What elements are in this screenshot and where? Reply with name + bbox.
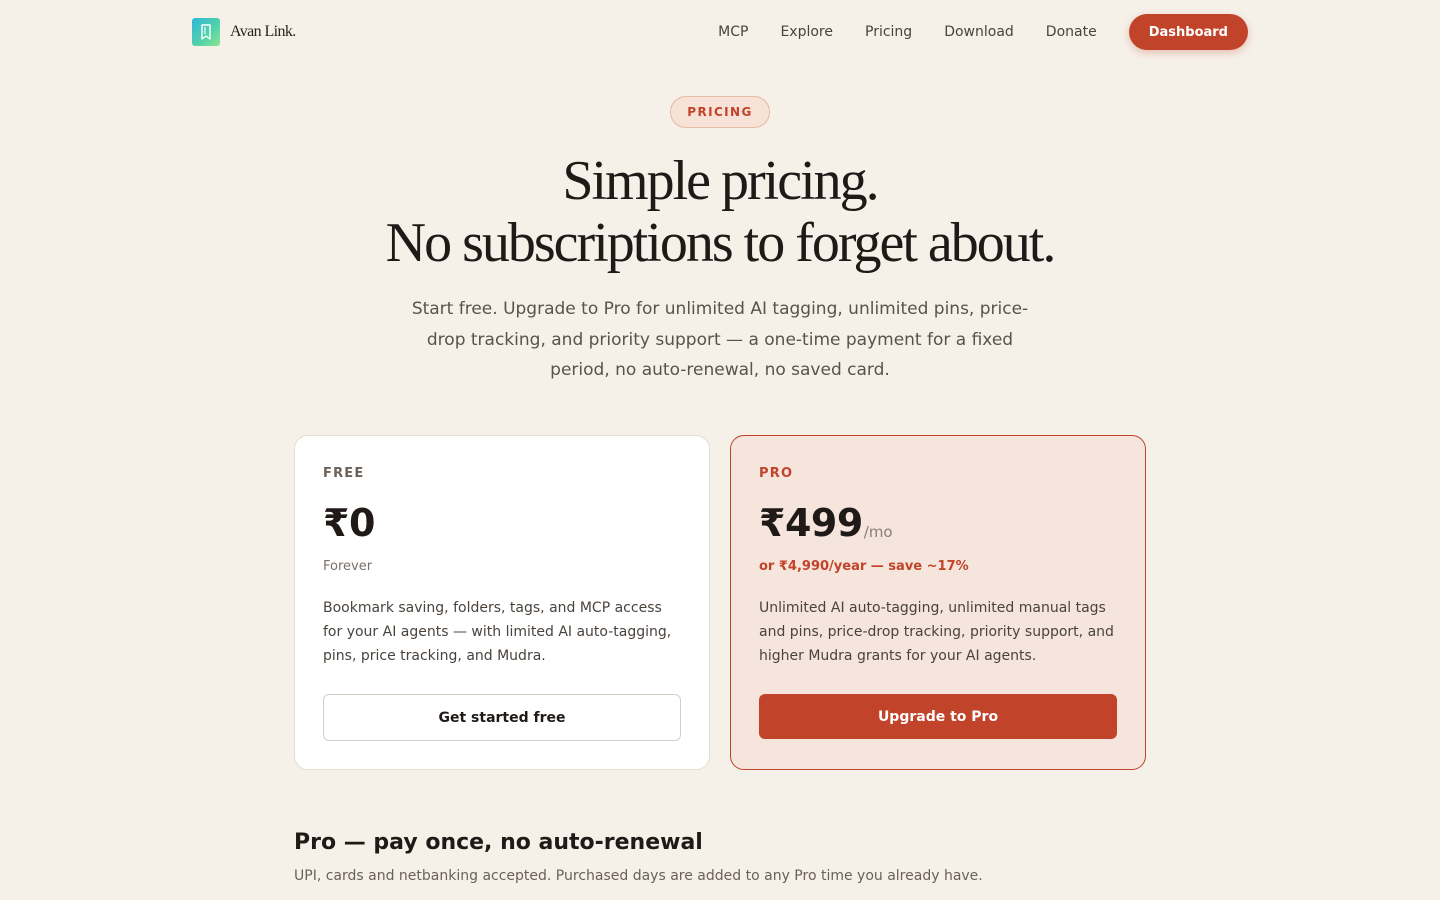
plan-card-free: FREE ₹0 Forever Bookmark saving, folders… xyxy=(294,435,710,770)
pricing-cards: FREE ₹0 Forever Bookmark saving, folders… xyxy=(294,435,1146,770)
section-text: UPI, cards and netbanking accepted. Purc… xyxy=(294,868,983,884)
plan-price-note: Forever xyxy=(323,559,373,574)
hero-section: PRICING Simple pricing. No subscriptions… xyxy=(0,96,1440,386)
pro-details-section: Pro — pay once, no auto-renewal UPI, car… xyxy=(294,828,1146,884)
nav-link-donate[interactable]: Donate xyxy=(1046,24,1097,40)
plan-price-unit: /mo xyxy=(863,523,893,541)
plan-label: FREE xyxy=(323,466,365,481)
brand-logo[interactable]: Avan Link. xyxy=(192,18,296,46)
hero-subtitle: Start free. Upgrade to Pro for unlimited… xyxy=(411,299,1029,380)
main-nav: MCP Explore Pricing Download Donate Dash… xyxy=(718,14,1248,50)
bookmark-logo-icon xyxy=(192,18,220,46)
site-header: Avan Link. MCP Explore Pricing Download … xyxy=(0,0,1440,64)
nav-link-explore[interactable]: Explore xyxy=(780,24,833,40)
get-started-free-button[interactable]: Get started free xyxy=(323,694,681,741)
brand-name: Avan Link. xyxy=(230,23,296,40)
section-title: Pro — pay once, no auto-renewal xyxy=(294,830,703,855)
upgrade-to-pro-button[interactable]: Upgrade to Pro xyxy=(759,694,1117,739)
plan-price: ₹0 xyxy=(323,501,375,545)
plan-description: Bookmark saving, folders, tags, and MCP … xyxy=(323,600,672,664)
nav-link-mcp[interactable]: MCP xyxy=(718,24,748,40)
nav-link-download[interactable]: Download xyxy=(944,24,1014,40)
dashboard-button[interactable]: Dashboard xyxy=(1128,14,1248,50)
pricing-badge: PRICING xyxy=(670,96,770,128)
plan-card-pro: PRO ₹499 /mo or ₹4,990/year — save ~17% … xyxy=(730,435,1146,770)
page-title: Simple pricing. No subscriptions to forg… xyxy=(0,150,1440,274)
title-line-1: Simple pricing. xyxy=(562,150,879,212)
plan-description: Unlimited AI auto-tagging, unlimited man… xyxy=(759,600,1114,664)
price-row: ₹499 /mo xyxy=(759,501,1117,545)
title-line-2: No subscriptions to forget about. xyxy=(385,212,1057,274)
nav-link-pricing[interactable]: Pricing xyxy=(865,24,912,40)
price-row: ₹0 xyxy=(323,501,681,545)
plan-price: ₹499 xyxy=(759,501,863,545)
plan-label: PRO xyxy=(759,466,794,481)
plan-yearly-note: or ₹4,990/year — save ~17% xyxy=(759,559,969,574)
